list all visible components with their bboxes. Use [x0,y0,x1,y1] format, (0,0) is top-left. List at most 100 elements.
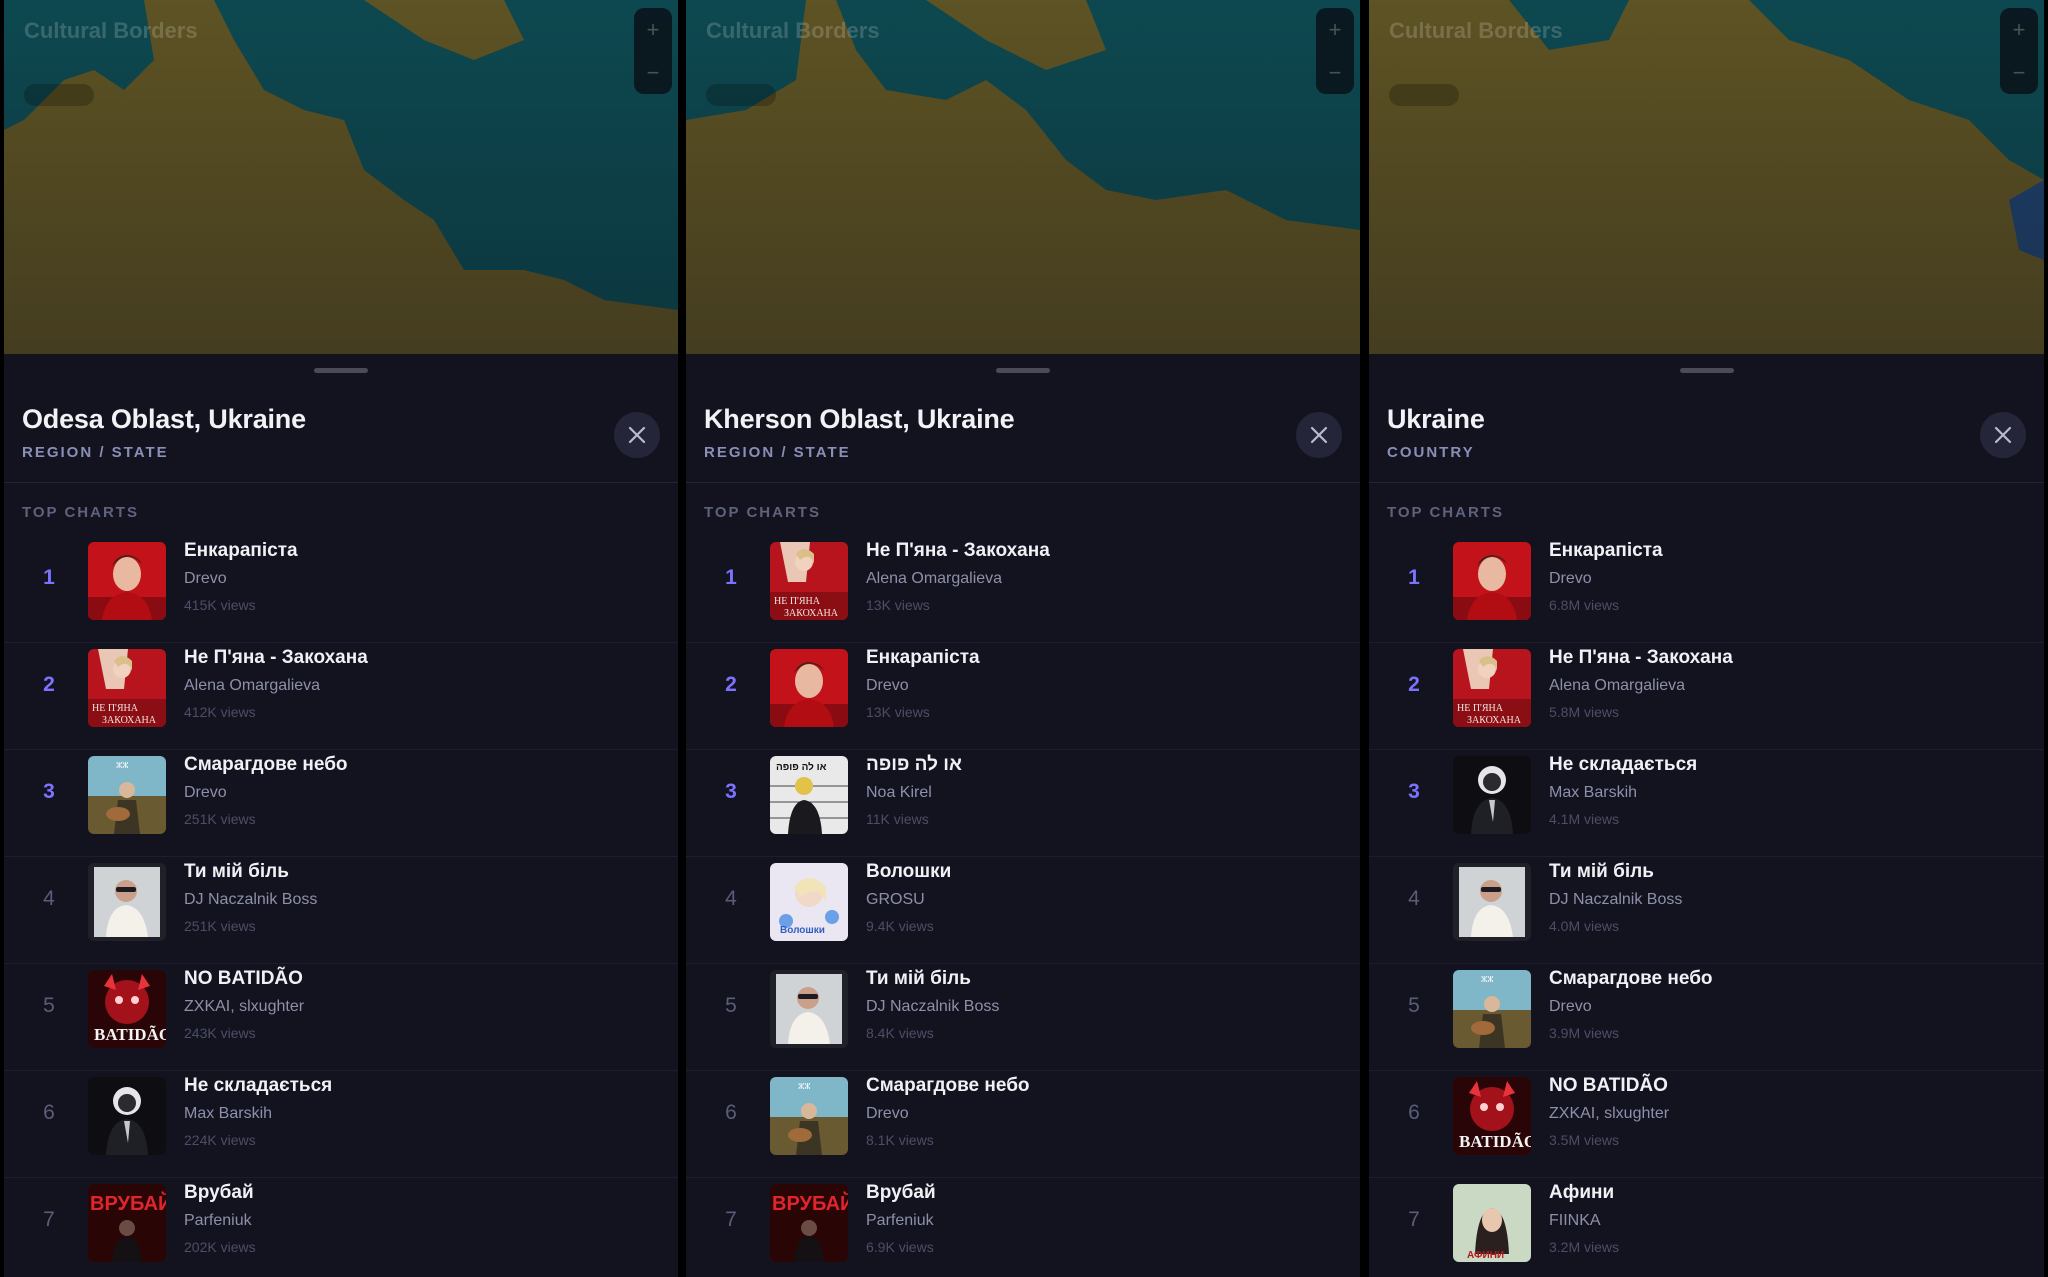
drag-handle[interactable] [314,368,368,373]
rank-number: 2 [1408,673,1420,696]
chart-row[interactable]: 7 ВРУБАЙ Врубай Parfeniuk 6.9K views [686,1178,1360,1277]
album-art[interactable]: НЕ П'ЯНА ЗАКОХАНА [770,542,848,620]
chart-row[interactable]: 3 או לה פופה או לה פופה Noa Kirel 11K views [686,750,1360,857]
chart-row[interactable]: 3 ⵣⵣ Смарагдове небо Drevo 251K views [4,750,678,857]
rank-number: 1 [43,566,55,589]
album-art[interactable]: BATIDÃO [88,970,166,1048]
chart-row[interactable]: 5 ⵣⵣ Смарагдове небо Drevo 3.9M views [1369,964,2044,1071]
chart-row[interactable]: 2 НЕ П'ЯНА ЗАКОХАНА Не П'яна - Закохана Alen… [1369,643,2044,750]
album-art[interactable]: ⵣⵣ [88,756,166,834]
zoom-in-button[interactable]: + [2013,17,2026,43]
album-art[interactable]: BATIDÃO [1453,1077,1531,1155]
rank-number: 1 [725,566,737,589]
bottom-sheet: Kherson Oblast, Ukraine REGION / STATE T… [686,354,1360,1277]
chart-row[interactable]: 1 Енкарапіста Drevo 6.8M views [1369,536,2044,643]
album-art[interactable] [88,1077,166,1155]
artist-name: Drevo [1549,570,1592,587]
svg-text:ВРУБАЙ: ВРУБАЙ [772,1191,848,1215]
chart-row[interactable]: 7 ВРУБАЙ Врубай Parfeniuk 202K views [4,1178,678,1277]
view-count: 251K views [184,918,256,934]
chart-row[interactable]: 4 Ти мій біль DJ Naczalnik Boss 4.0M views [1369,857,2044,964]
chart-row[interactable]: 2 Енкарапіста Drevo 13K views [686,643,1360,750]
rank-number: 4 [1408,887,1420,910]
close-button[interactable] [1296,412,1342,458]
location-panel-kherson: Cultural Borders + − Kherson Oblast, Ukr… [686,0,1360,1277]
top-charts-label: TOP CHARTS [1387,504,1504,521]
artist-name: ZXKAI, slxughter [184,998,305,1015]
chart-row[interactable]: 3 Не складається Max Barskih 4.1M views [1369,750,2044,857]
album-art[interactable]: НЕ П'ЯНА ЗАКОХАНА [88,649,166,727]
album-art[interactable] [1453,542,1531,620]
artist-name: Parfeniuk [866,1212,934,1229]
album-art[interactable]: НЕ П'ЯНА ЗАКОХАНА [1453,649,1531,727]
close-button[interactable] [614,412,660,458]
chart-list: 1 Енкарапіста Drevo 6.8M views 2 НЕ П'ЯНА ЗАКО… [1369,536,2044,1277]
album-art[interactable] [1453,863,1531,941]
top-charts-label: TOP CHARTS [22,504,139,521]
album-art[interactable]: ⵣⵣ [1453,970,1531,1048]
artist-name: FIINKA [1549,1212,1601,1229]
drag-handle[interactable] [996,368,1050,373]
chart-row[interactable]: 6 Не складається Max Barskih 224K views [4,1071,678,1178]
chart-row[interactable]: 2 НЕ П'ЯНА ЗАКОХАНА Не П'яна - Закохана Alen… [4,643,678,750]
map-legend-chip[interactable] [1389,84,1459,106]
album-art[interactable] [770,970,848,1048]
zoom-out-button[interactable]: − [1329,60,1342,86]
artist-name: Alena Omargalieva [1549,677,1686,694]
rank-number: 4 [725,887,737,910]
view-count: 11K views [866,811,929,827]
map-view[interactable]: Cultural Borders + − [686,0,1360,354]
song-title: Врубай [866,1182,936,1203]
view-count: 13K views [866,597,930,613]
chart-row[interactable]: 4 Волошки Волошки GROSU 9.4K views [686,857,1360,964]
album-art[interactable] [770,649,848,727]
rank-number: 3 [1408,780,1420,803]
song-title: NO BATIDÃO [1549,1075,1668,1096]
view-count: 251K views [184,811,256,827]
chart-row[interactable]: 5 Ти мій біль DJ Naczalnik Boss 8.4K views [686,964,1360,1071]
album-art[interactable]: АФИНИ [1453,1184,1531,1262]
location-type: COUNTRY [1387,444,1475,461]
album-art[interactable]: ВРУБАЙ [88,1184,166,1262]
zoom-in-button[interactable]: + [647,17,660,43]
zoom-control[interactable]: + − [1316,8,1354,94]
album-art[interactable] [88,542,166,620]
zoom-control[interactable]: + − [634,8,672,94]
map-legend-chip[interactable] [24,84,94,106]
chart-row[interactable]: 6 BATIDÃO NO BATIDÃO ZXKAI, slxughter 3.5M v… [1369,1071,2044,1178]
zoom-out-button[interactable]: − [2013,60,2026,86]
album-art[interactable] [88,863,166,941]
chart-row[interactable]: 6 ⵣⵣ Смарагдове небо Drevo 8.1K views [686,1071,1360,1178]
zoom-out-button[interactable]: − [647,60,660,86]
chart-row[interactable]: 5 BATIDÃO NO BATIDÃO ZXKAI, slxughter 243K v… [4,964,678,1071]
album-art[interactable]: Волошки [770,863,848,941]
album-art[interactable]: ВРУБАЙ [770,1184,848,1262]
map-legend-chip[interactable] [706,84,776,106]
rank-number: 6 [1408,1101,1420,1124]
chart-row[interactable]: 4 Ти мій біль DJ Naczalnik Boss 251K views [4,857,678,964]
chart-row[interactable]: 1 НЕ П'ЯНА ЗАКОХАНА Не П'яна - Закохана Alen… [686,536,1360,643]
song-title: Не складається [184,1075,333,1096]
chart-list: 1 Енкарапіста Drevo 415K views 2 НЕ П'ЯНА ЗАКО… [4,536,678,1277]
drag-handle[interactable] [1679,368,1734,373]
map-view[interactable]: Cultural Borders + − [4,0,678,354]
zoom-in-button[interactable]: + [1329,17,1342,43]
svg-text:Волошки: Волошки [780,925,825,936]
album-art[interactable] [1453,756,1531,834]
svg-text:НЕ П'ЯНА: НЕ П'ЯНА [774,596,821,607]
album-art[interactable]: ⵣⵣ [770,1077,848,1155]
album-art[interactable]: או לה פופה [770,756,848,834]
location-type: REGION / STATE [704,444,851,461]
close-button[interactable] [1980,412,2026,458]
map-view[interactable]: Cultural Borders + − [1369,0,2044,354]
chart-row[interactable]: 7 АФИНИ Афини FIINKA 3.2M views [1369,1178,2044,1277]
chart-row[interactable]: 1 Енкарапіста Drevo 415K views [4,536,678,643]
svg-text:НЕ П'ЯНА: НЕ П'ЯНА [1457,703,1504,714]
svg-text:АФИНИ: АФИНИ [1467,1250,1504,1261]
location-title: Kherson Oblast, Ukraine [704,404,1015,434]
song-title: Енкарапіста [184,540,298,561]
view-count: 6.8M views [1549,597,1620,613]
zoom-control[interactable]: + − [2000,8,2038,94]
rank-number: 7 [1408,1208,1420,1231]
artist-name: Noa Kirel [866,784,932,801]
